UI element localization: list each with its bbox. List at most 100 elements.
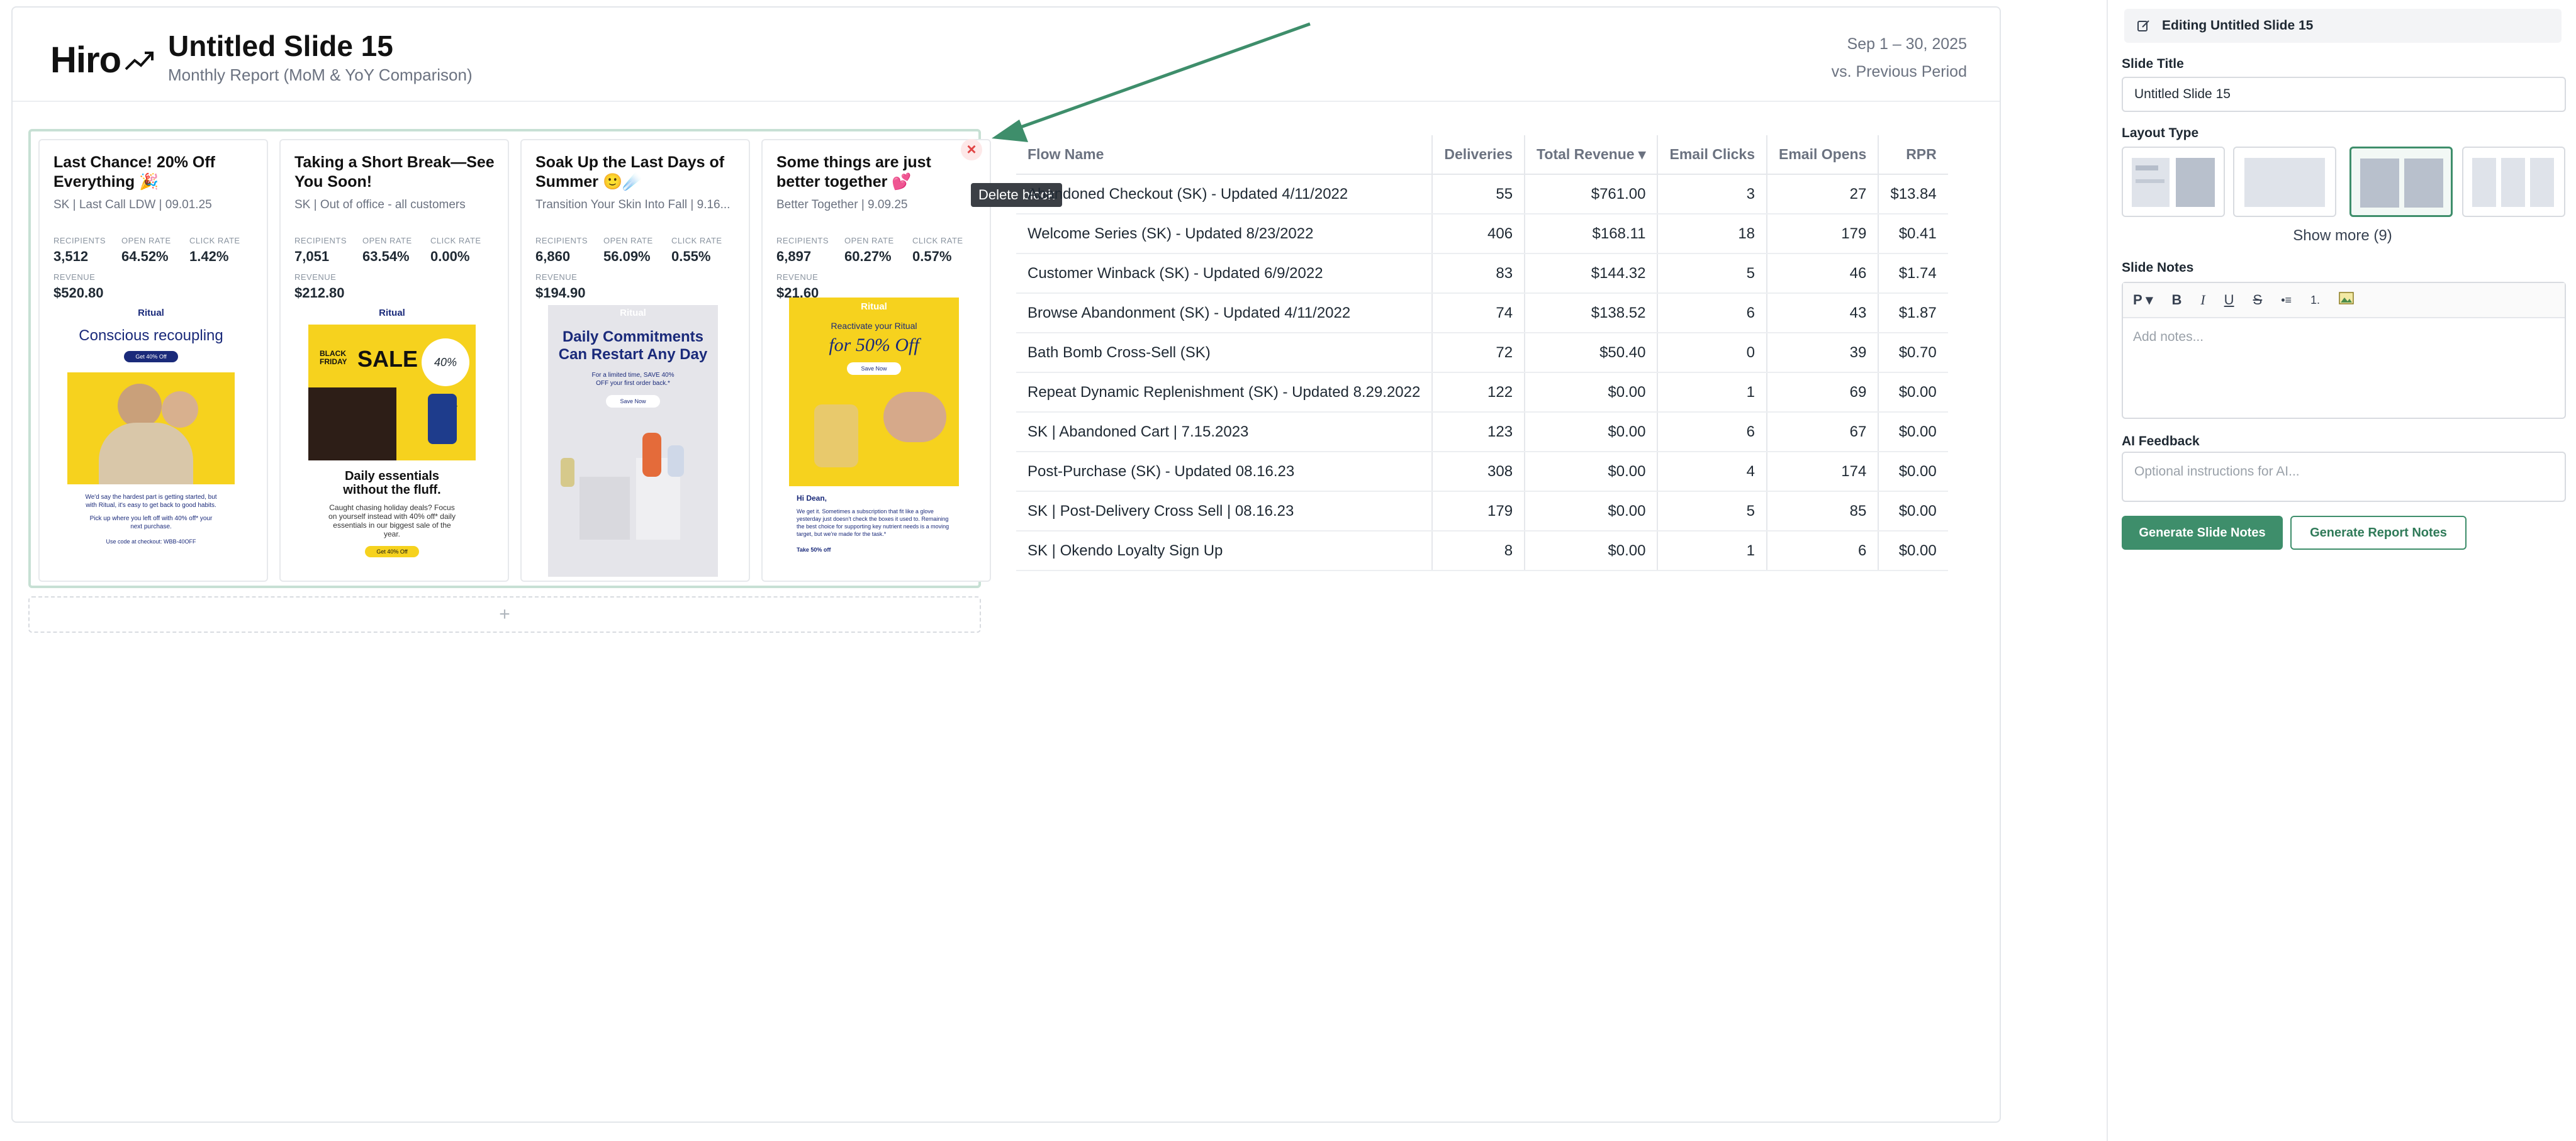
- column-header-flow-name[interactable]: Flow Name: [1016, 135, 1433, 175]
- cell-rpr: $0.00: [1878, 531, 1948, 571]
- click-rate-value: 0.55%: [671, 248, 711, 264]
- layout-option-text-image[interactable]: [2122, 147, 2225, 217]
- column-header-deliveries[interactable]: Deliveries: [1431, 135, 1525, 175]
- bullet-list-button[interactable]: •≡: [2281, 294, 2292, 307]
- email-card[interactable]: Soak Up the Last Days of Summer 🙂☄️ Tran…: [520, 139, 750, 582]
- recipients-value: 6,897: [776, 248, 812, 264]
- preview-body: Caught chasing holiday deals? Focus on y…: [328, 503, 456, 538]
- cell-email-clicks: 3: [1657, 174, 1767, 214]
- image-icon[interactable]: [2339, 292, 2354, 308]
- slide-header: Hiro Untitled Slide 15 Monthly Report (M…: [13, 8, 2000, 102]
- column-header-total-revenue[interactable]: Total Revenue ▾: [1524, 135, 1658, 175]
- cell-rpr: $0.41: [1878, 214, 1948, 254]
- column-header-rpr[interactable]: RPR: [1878, 135, 1948, 175]
- underline-button[interactable]: U: [2224, 292, 2234, 308]
- slide-notes-editor[interactable]: P ▾ B I U S •≡ 1. Add notes...: [2122, 282, 2566, 419]
- generate-slide-notes-button[interactable]: Generate Slide Notes: [2122, 516, 2283, 550]
- open-rate-label: OPEN RATE: [844, 236, 894, 245]
- recipients-value: 7,051: [294, 248, 330, 264]
- click-rate-label: CLICK RATE: [912, 236, 963, 245]
- card-subtitle: SK | Out of office - all customers: [294, 198, 466, 211]
- paragraph-style-dropdown[interactable]: P ▾: [2133, 292, 2153, 308]
- cell-deliveries: 406: [1431, 214, 1525, 254]
- column-header-email-clicks[interactable]: Email Clicks: [1657, 135, 1767, 175]
- slide-title: Untitled Slide 15: [168, 30, 393, 62]
- cell-email-clicks: 1: [1657, 372, 1767, 413]
- cell-deliveries: 308: [1431, 452, 1525, 492]
- preview-headline: Conscious recoupling: [79, 327, 223, 344]
- cell-email-opens: 85: [1766, 491, 1879, 532]
- cell-flow-name: Browse Abandonment (SK) - Updated 4/11/2…: [1016, 293, 1433, 333]
- card-subtitle: SK | Last Call LDW | 09.01.25: [53, 198, 212, 211]
- open-rate-label: OPEN RATE: [121, 236, 171, 245]
- cell-total-revenue: $0.00: [1524, 412, 1658, 452]
- table-row[interactable]: Welcome Series (SK) - Updated 8/23/2022 4…: [1016, 214, 1948, 254]
- cell-total-revenue: $0.00: [1524, 491, 1658, 532]
- brand-logo: Hiro: [50, 39, 155, 81]
- preview-body: For a limited time, SAVE 40% OFF your fi…: [591, 372, 675, 387]
- recipients-value: 6,860: [535, 248, 571, 264]
- cell-email-opens: 46: [1766, 253, 1879, 294]
- strikethrough-button[interactable]: S: [2253, 292, 2263, 308]
- cell-total-revenue: $144.32: [1524, 253, 1658, 294]
- edit-icon: [2137, 20, 2149, 31]
- italic-button[interactable]: I: [2200, 292, 2205, 308]
- layout-option-three-column[interactable]: [2462, 147, 2565, 217]
- date-range: Sep 1 – 30, 2025: [1847, 35, 1967, 53]
- table-row[interactable]: Customer Winback (SK) - Updated 6/9/2022…: [1016, 253, 1948, 294]
- generate-report-notes-button[interactable]: Generate Report Notes: [2290, 516, 2467, 550]
- revenue-value: $212.80: [294, 285, 345, 301]
- table-row[interactable]: SK | Abandoned Cart | 7.15.2023 123 $0.00 6…: [1016, 412, 1948, 452]
- open-rate-label: OPEN RATE: [603, 236, 653, 245]
- close-icon[interactable]: ×: [961, 139, 982, 160]
- cell-rpr: $0.70: [1878, 333, 1948, 373]
- notes-toolbar: P ▾ B I U S •≡ 1.: [2123, 283, 2565, 318]
- table-row[interactable]: SK | Okendo Loyalty Sign Up 8 $0.00 1 6 $0.00: [1016, 531, 1948, 571]
- cell-email-opens: 43: [1766, 293, 1879, 333]
- recipients-value: 3,512: [53, 248, 89, 264]
- click-rate-label: CLICK RATE: [671, 236, 722, 245]
- slide-title-input[interactable]: Untitled Slide 15: [2122, 77, 2566, 112]
- table-row[interactable]: Post-Purchase (SK) - Updated 08.16.23 308…: [1016, 452, 1948, 492]
- preview-body-2: Pick up where you left off with 40% off*…: [89, 515, 213, 530]
- add-block-button[interactable]: +: [28, 596, 981, 633]
- email-card[interactable]: Taking a Short Break—See You Soon! SK | …: [279, 139, 509, 582]
- preview-hero: Ritual Reactivate your Ritual for 50% Of…: [789, 298, 959, 486]
- preview-headline-a: Reactivate your Ritual: [831, 321, 917, 331]
- flow-table: Flow Name Deliveries Total Revenue ▾ Ema…: [1016, 135, 1948, 571]
- show-more-layouts[interactable]: Show more (9): [2108, 227, 2576, 245]
- preview-headline: Daily essentials without the fluff.: [343, 469, 441, 497]
- cell-email-opens: 179: [1766, 214, 1879, 254]
- email-card[interactable]: Last Chance! 20% Off Everything 🎉 SK | L…: [38, 139, 268, 582]
- preview-cta: Get 40% Off: [124, 351, 178, 362]
- click-rate-label: CLICK RATE: [430, 236, 481, 245]
- cell-deliveries: 122: [1431, 372, 1525, 413]
- cell-rpr: $1.74: [1878, 253, 1948, 294]
- table-row[interactable]: Abandoned Checkout (SK) - Updated 4/11/2…: [1016, 174, 1948, 214]
- open-rate-value: 64.52%: [121, 248, 169, 264]
- layout-option-two-column[interactable]: [2349, 147, 2453, 217]
- preview-cta: Save Now: [847, 362, 901, 375]
- cell-flow-name: Repeat Dynamic Replenishment (SK) - Upda…: [1016, 372, 1433, 413]
- cell-deliveries: 72: [1431, 333, 1525, 373]
- card-title: Some things are just better together 💕: [776, 153, 931, 191]
- layout-option-full[interactable]: [2233, 147, 2336, 217]
- bold-button[interactable]: B: [2171, 292, 2181, 308]
- email-card[interactable]: Some things are just better together 💕 B…: [761, 139, 991, 582]
- column-header-email-opens[interactable]: Email Opens: [1766, 135, 1879, 175]
- comparison-label: vs. Previous Period: [1831, 63, 1967, 81]
- table-row[interactable]: Browse Abandonment (SK) - Updated 4/11/2…: [1016, 293, 1948, 333]
- notes-placeholder: Add notes...: [2133, 330, 2204, 344]
- table-row[interactable]: Bath Bomb Cross-Sell (SK) 72 $50.40 0 39 $0.7…: [1016, 333, 1948, 373]
- cell-total-revenue: $0.00: [1524, 372, 1658, 413]
- email-cards-block[interactable]: Last Chance! 20% Off Everything 🎉 SK | L…: [28, 129, 991, 588]
- numbered-list-button[interactable]: 1.: [2310, 294, 2320, 307]
- cell-email-opens: 6: [1766, 531, 1879, 571]
- table-row[interactable]: Repeat Dynamic Replenishment (SK) - Upda…: [1016, 372, 1948, 413]
- cell-total-revenue: $0.00: [1524, 531, 1658, 571]
- ai-feedback-input[interactable]: Optional instructions for AI...: [2122, 452, 2566, 502]
- email-preview: Ritual Daily Commitments Can Restart Any…: [548, 305, 718, 577]
- preview-cta: Get 40% Off: [365, 546, 419, 557]
- table-row[interactable]: SK | Post-Delivery Cross Sell | 08.16.23…: [1016, 491, 1948, 532]
- cell-deliveries: 123: [1431, 412, 1525, 452]
